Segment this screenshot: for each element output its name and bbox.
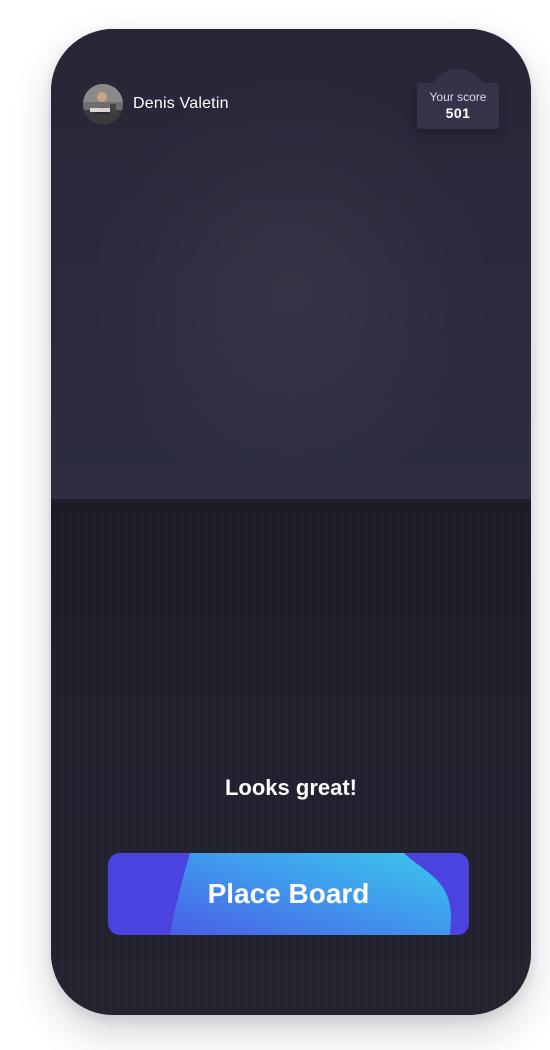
user-profile[interactable]: Denis Valetin: [83, 84, 229, 124]
place-board-label: Place Board: [207, 878, 370, 909]
user-photo-icon: [83, 84, 123, 124]
avatar[interactable]: [83, 84, 123, 124]
camera-view-horizon: [51, 499, 531, 513]
place-board-button[interactable]: Place Board: [108, 853, 469, 935]
status-message: Looks great!: [224, 775, 358, 800]
camera-view-floor[interactable]: [51, 513, 531, 1015]
score-badge: Your score 501: [417, 69, 499, 129]
user-name: Denis Valetin: [133, 95, 229, 112]
score-card: Your score 501: [417, 83, 499, 129]
score-label: Your score: [429, 90, 487, 104]
phone-frame: Denis Valetin Your score 501 Looks great…: [51, 29, 531, 1015]
score-value: 501: [445, 105, 471, 121]
